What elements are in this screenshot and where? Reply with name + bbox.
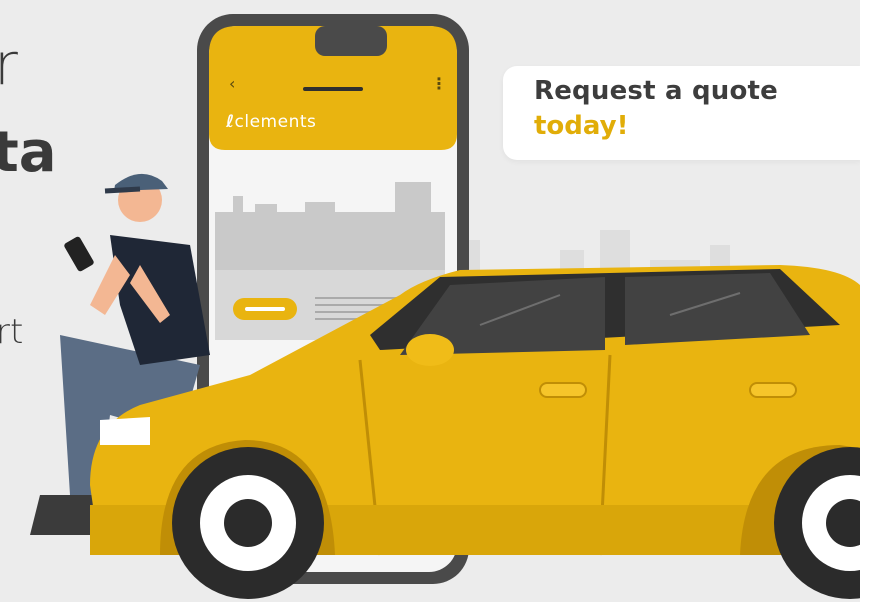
car-illustration [90,265,870,599]
headline-fragment-1: r [0,30,18,98]
bottom-edge-border [0,602,871,611]
quote-highlight: today! [534,111,629,141]
right-edge-border [860,0,871,611]
clements-logo: ℓclements [226,112,316,132]
chevron-left-icon: ‹ [229,74,236,93]
insurance-banner: r ta rt ‹ ⋮ ℓclements Request a quote to… [0,0,871,611]
quote-headline: Request a quote [534,76,779,106]
kebab-menu-icon: ⋮ [431,74,447,93]
logo-text: clements [234,112,317,132]
logo-mark: ℓ [226,112,235,132]
